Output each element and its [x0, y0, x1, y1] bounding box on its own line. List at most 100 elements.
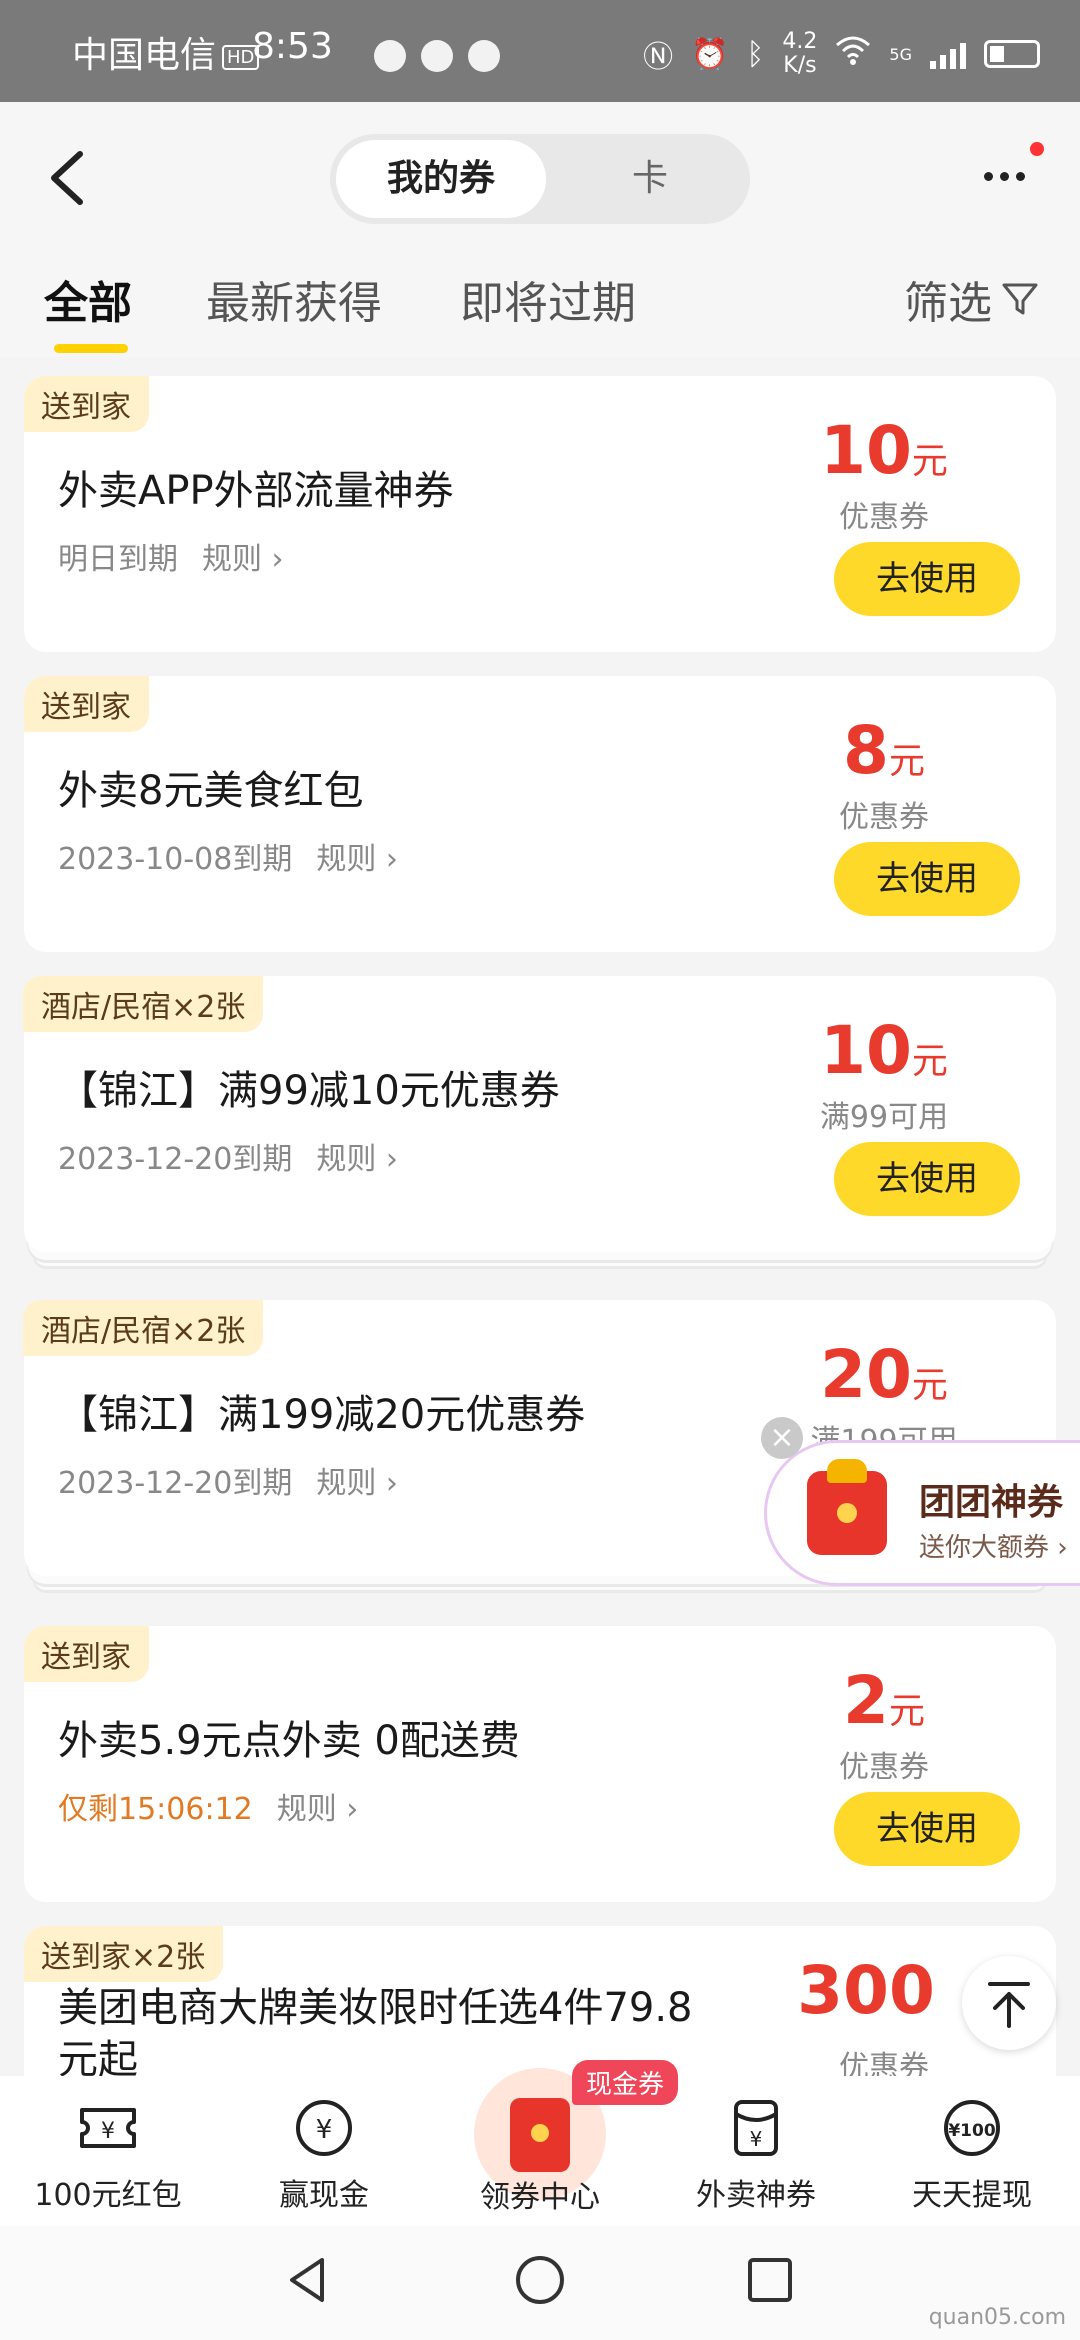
rule-link[interactable]: 规则 › [202, 542, 284, 577]
coupon-note: 满99可用 [819, 1100, 949, 1135]
notification-app-icon [374, 40, 406, 72]
nav-label[interactable]: 领券中心 [432, 2172, 648, 2216]
coupon-amount: 300 [797, 1952, 935, 2029]
svg-text:¥: ¥ [750, 2127, 763, 2151]
red-packet-bag-icon [807, 1459, 887, 1555]
bluetooth-icon: ᛒ [746, 36, 765, 72]
wifi-icon [835, 35, 871, 73]
rule-link[interactable]: 规则 › [277, 1792, 359, 1827]
recents-square-icon[interactable] [744, 2254, 796, 2306]
back-button[interactable] [44, 148, 92, 208]
nav-daily-withdraw[interactable]: ¥100 天天提现 [864, 2096, 1080, 2214]
coupon-amount: 10元 [820, 412, 948, 489]
promo-float-banner[interactable]: × 团团神券 送你大额券 › [761, 1417, 1080, 1586]
nav-win-cash[interactable]: ¥ 赢现金 [216, 2096, 432, 2214]
status-bar: 中国电信 HD 8:53 Ⓝ ⏰ ᛒ 4.2 K/s 5G [0, 0, 1080, 102]
filter-button[interactable]: 筛选 [904, 267, 1040, 331]
coupon-card[interactable]: 送到家 外卖5.9元点外卖 0配送费 仅剩15:06:12 规则 › 2元 优惠券… [24, 1626, 1056, 1902]
tab-newest[interactable]: 最新获得 [206, 267, 382, 331]
battery-icon [984, 40, 1040, 68]
coupon-tag: 送到家 [24, 376, 149, 432]
alarm-icon: ⏰ [691, 36, 729, 72]
chevron-right-icon: › [385, 1466, 398, 1501]
promo-subtitle: 送你大额券 › [919, 1533, 1068, 1563]
coupon-card[interactable]: 酒店/民宿×2张 【锦江】满99减10元优惠券 2023-12-20到期 规则 ›… [23, 976, 1056, 1252]
nav-red-packet-100[interactable]: ¥ 100元红包 [0, 2096, 216, 2214]
network-type: 5G [889, 44, 912, 64]
rule-link[interactable]: 规则 › [316, 842, 398, 877]
watermark: quan05.com [928, 2305, 1066, 2330]
coupon-note: 优惠券 [839, 800, 929, 835]
notification-app-icon [421, 40, 454, 72]
tab-expiring[interactable]: 即将过期 [460, 267, 636, 331]
ticket-yen-icon: ¥ [76, 2096, 140, 2160]
clock: 8:53 [252, 26, 333, 67]
status-right: Ⓝ ⏰ ᛒ 4.2 K/s 5G [643, 30, 1040, 78]
system-nav-bar: quan05.com [0, 2226, 1080, 2340]
segment-my-coupons[interactable]: 我的券 [336, 140, 546, 218]
coupon-tag: 送到家 [24, 676, 149, 732]
coupon-card[interactable]: 送到家 外卖APP外部流量神券 明日到期 规则 › 10元 优惠券 去使用 [24, 376, 1056, 652]
funnel-icon [1002, 283, 1038, 315]
nav-takeout-coupon[interactable]: ¥ 外卖神券 [648, 2096, 864, 2214]
coupon-tag: 酒店/民宿×2张 [23, 1300, 264, 1356]
coupon-title: 外卖APP外部流量神券 [58, 468, 454, 514]
coupon-tag: 送到家×2张 [24, 1926, 224, 1982]
signal-icon [930, 39, 966, 69]
coupon-amount: 10元 [820, 1012, 948, 1089]
nav-label: 外卖神券 [696, 2178, 816, 2213]
chevron-right-icon: › [346, 1792, 359, 1827]
chevron-right-icon: › [271, 542, 284, 577]
coupon-tag: 酒店/民宿×2张 [23, 976, 264, 1032]
notification-icons [374, 40, 510, 76]
back-triangle-icon[interactable] [282, 2254, 334, 2306]
more-icon [984, 166, 1032, 185]
yen-envelope-icon: ¥ [724, 2096, 788, 2160]
rule-link[interactable]: 规则 › [316, 1142, 398, 1177]
coupon-card[interactable]: 送到家 外卖8元美食红包 2023-10-08到期 规则 › 8元 优惠券 去使用 [24, 676, 1056, 952]
coupon-tag: 送到家 [24, 1626, 149, 1682]
coupon-title: 【锦江】满99减10元优惠券 [58, 1068, 560, 1114]
use-button[interactable]: 去使用 [834, 1792, 1020, 1866]
coupon-expiry: 2023-12-20到期 [58, 1142, 293, 1177]
nfc-icon: Ⓝ [643, 40, 674, 75]
coupon-title: 【锦江】满199减20元优惠券 [58, 1392, 586, 1438]
yen-coin-icon: ¥ [292, 2096, 356, 2160]
close-icon[interactable]: × [761, 1417, 803, 1459]
segment-cards[interactable]: 卡 [560, 140, 740, 218]
carrier: 中国电信 HD [72, 26, 265, 78]
coupon-expiry-row: 2023-10-08到期 规则 › [58, 834, 398, 878]
network-speed: 4.2 K/s [782, 29, 818, 78]
use-button[interactable]: 去使用 [834, 542, 1020, 616]
rule-link[interactable]: 规则 › [316, 1466, 398, 1501]
svg-text:¥100: ¥100 [948, 2121, 995, 2141]
coupon-title: 外卖8元美食红包 [58, 768, 364, 814]
promo-title: 团团神券 [919, 1482, 1064, 1523]
svg-text:¥: ¥ [101, 2119, 115, 2144]
notification-dot [1030, 142, 1044, 156]
tab-all[interactable]: 全部 [44, 267, 132, 353]
coupon-expiry-row: 明日到期 规则 › [58, 534, 284, 578]
chevron-left-icon [51, 151, 83, 205]
coupon-amount: 20元 [820, 1336, 948, 1413]
coupon-expiry: 2023-12-20到期 [58, 1466, 293, 1501]
use-button[interactable]: 去使用 [834, 1142, 1020, 1216]
coupon-note: 优惠券 [839, 500, 929, 535]
page-header: 我的券 卡 全部 最新获得 即将过期 筛选 [0, 102, 1080, 357]
nav-label: 天天提现 [912, 2178, 1032, 2213]
coupon-countdown: 仅剩15:06:12 [58, 1792, 253, 1827]
nav-label: 100元红包 [34, 2178, 182, 2213]
bottom-nav: ¥ 100元红包 ¥ 赢现金 现金券 领券中心 ¥ 外卖神券 ¥100 天天提现 [0, 2060, 1080, 2226]
segment-control: 我的券 卡 [330, 134, 750, 224]
home-circle-icon[interactable] [514, 2254, 566, 2306]
chevron-right-icon: › [385, 1142, 398, 1177]
more-button[interactable] [984, 142, 1044, 196]
carrier-name: 中国电信 [72, 35, 217, 76]
filter-tabs: 全部 最新获得 即将过期 筛选 [0, 267, 1080, 353]
back-to-top-button[interactable] [962, 1956, 1056, 2050]
use-button[interactable]: 去使用 [834, 842, 1020, 916]
coupon-expiry: 明日到期 [58, 542, 178, 577]
coupon-amount: 2元 [843, 1662, 925, 1739]
arrow-up-icon [988, 1982, 1030, 2028]
filter-label: 筛选 [904, 278, 992, 329]
